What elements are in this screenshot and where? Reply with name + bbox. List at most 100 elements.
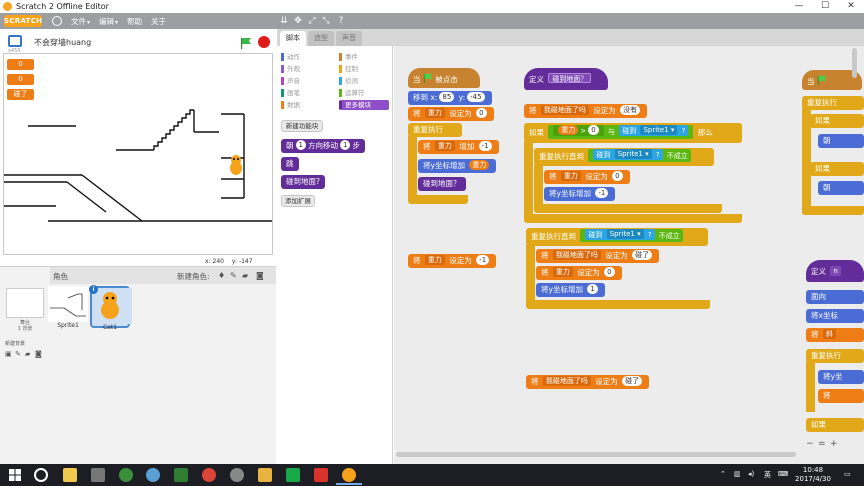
- sprite-dropdown[interactable]: Sprite1 ▾: [606, 229, 644, 239]
- not-operator[interactable]: 碰到 Sprite1 ▾ ? 不成立: [580, 229, 683, 242]
- sprite-dropdown[interactable]: Sprite1 ▾: [640, 125, 678, 135]
- network-icon[interactable]: ▥: [734, 470, 741, 478]
- category-motion[interactable]: 动作: [281, 52, 331, 62]
- folder-icon[interactable]: [258, 468, 272, 482]
- change-y-block[interactable]: 将y坐标增加 -1: [544, 187, 616, 201]
- point-direction-block[interactable]: 朝: [818, 134, 864, 148]
- menu-about[interactable]: 关于: [151, 16, 166, 27]
- touching-block[interactable]: 碰到 Sprite1 ▾ ?: [593, 149, 663, 160]
- number-input[interactable]: -45: [467, 92, 485, 102]
- file-explorer-icon[interactable]: [63, 468, 77, 482]
- not-operator[interactable]: 碰到 Sprite1 ▾ ? 不成立: [588, 149, 691, 162]
- forever-block[interactable]: 重复执行: [806, 349, 864, 363]
- sprite-card-cat1[interactable]: i Cat1: [89, 285, 132, 331]
- app-icon[interactable]: [314, 468, 328, 482]
- paint-from-library-icon[interactable]: ♦: [218, 271, 225, 280]
- zoom-in-icon[interactable]: +: [830, 439, 838, 449]
- category-sound[interactable]: 声音: [281, 76, 331, 86]
- value-input[interactable]: -1: [476, 255, 490, 265]
- app-icon[interactable]: [146, 468, 160, 482]
- scratch-logo[interactable]: SCRATCH: [4, 15, 42, 27]
- value-input[interactable]: 没有: [620, 105, 641, 115]
- variable-dropdown[interactable]: 我碰地面了吗: [542, 376, 591, 386]
- block-help-icon[interactable]: ?: [335, 14, 347, 28]
- menu-edit[interactable]: 编辑▾: [99, 16, 118, 27]
- shrink-icon[interactable]: ⤡: [320, 14, 332, 28]
- number-input[interactable]: 1: [295, 140, 306, 150]
- category-events[interactable]: 事件: [339, 52, 389, 62]
- value-input[interactable]: -1: [478, 141, 492, 151]
- chrome-icon[interactable]: [202, 468, 216, 482]
- define-block[interactable]: 定义 碰到地面？: [524, 68, 608, 90]
- set-variable-block[interactable]: 将 斜: [806, 328, 864, 342]
- value-input[interactable]: -1: [595, 188, 609, 198]
- if-then-block[interactable]: 如果: [810, 114, 864, 128]
- menu-file[interactable]: 文件▾: [71, 16, 90, 27]
- category-operators[interactable]: 运算符: [339, 88, 389, 98]
- paintbrush-icon[interactable]: ✎: [230, 271, 237, 280]
- stage-canvas[interactable]: 0 0 碰了: [3, 53, 273, 255]
- paintbrush-icon[interactable]: ✎: [15, 350, 21, 358]
- set-variable-block[interactable]: 将 我碰地面了吗 设定为 碰了: [536, 249, 660, 263]
- app-icon[interactable]: [286, 468, 300, 482]
- and-operator[interactable]: 重力 >0 与 碰到 Sprite1 ▾ ?: [548, 125, 694, 139]
- stage-thumbnail[interactable]: [6, 288, 44, 318]
- touching-block[interactable]: 碰到 Sprite1 ▾ ?: [619, 125, 689, 136]
- when-flag-clicked-block[interactable]: 当 被点击: [408, 68, 480, 88]
- green-flag-icon[interactable]: [240, 37, 252, 49]
- value-input[interactable]: 0: [588, 125, 599, 135]
- variable-dropdown[interactable]: 重力: [560, 171, 581, 181]
- repeat-until-block[interactable]: 重复执行直到 碰到 Sprite1 ▾ ? 不成立: [534, 148, 714, 166]
- upload-icon[interactable]: ▰: [242, 271, 248, 280]
- set-variable-block[interactable]: 将: [818, 389, 864, 403]
- variable-dropdown[interactable]: 重力: [552, 267, 573, 277]
- app-icon[interactable]: [230, 468, 244, 482]
- scripts-area[interactable]: 当 被点击 移到 x: 85 y: -45 将 重力 设定为 0 重复执行 将 重力…: [394, 46, 864, 464]
- camera-icon[interactable]: ◙: [35, 350, 42, 358]
- notification-icon[interactable]: ▭: [844, 470, 851, 478]
- set-variable-block[interactable]: 将 重力 设定为 0: [544, 170, 630, 184]
- variable-dropdown[interactable]: 重力: [424, 255, 445, 265]
- category-more-blocks[interactable]: 更多模块: [339, 100, 389, 110]
- point-direction-block[interactable]: 面向: [806, 290, 864, 304]
- category-sensing[interactable]: 侦测: [339, 76, 389, 86]
- minimize-button[interactable]: —: [786, 0, 812, 13]
- set-variable-block[interactable]: 将 我碰地面了吗 设定为 碰了: [526, 375, 650, 389]
- project-name[interactable]: 不会穿墙huang: [34, 37, 91, 48]
- backdrop-library-icon[interactable]: ▣: [5, 350, 12, 358]
- change-y-block[interactable]: 将y坐标增加 重力: [418, 159, 497, 173]
- variable-dropdown[interactable]: 重力: [434, 141, 455, 151]
- language-globe-icon[interactable]: [52, 16, 62, 26]
- custom-block-touch-ground[interactable]: 碰到地面？: [418, 177, 466, 191]
- if-then-block[interactable]: 如果: [806, 418, 864, 432]
- volume-icon[interactable]: ◂): [748, 470, 754, 478]
- define-name[interactable]: 碰到地面？: [548, 73, 592, 83]
- variable-dropdown[interactable]: 斜: [822, 329, 836, 339]
- variable-reporter[interactable]: 重力: [558, 125, 579, 135]
- grow-icon[interactable]: ⤢: [306, 14, 318, 28]
- touching-block[interactable]: 碰到 Sprite1 ▾ ?: [585, 229, 655, 240]
- upload-icon[interactable]: ▰: [25, 350, 30, 358]
- category-looks[interactable]: 外观: [281, 64, 331, 74]
- tab-costumes[interactable]: 造型: [308, 31, 334, 46]
- taskbar-clock[interactable]: 10:48 2017/4/30: [790, 466, 836, 484]
- if-then-block[interactable]: 如果: [810, 162, 864, 176]
- scratch-cat-icon[interactable]: [342, 468, 356, 482]
- keyboard-icon[interactable]: ⌨: [778, 470, 788, 478]
- define-block[interactable]: 定义 n: [806, 260, 864, 282]
- sprite-dropdown[interactable]: Sprite1 ▾: [614, 149, 652, 159]
- if-then-block[interactable]: 如果 重力 >0 与 碰到 Sprite1 ▾ ? 那么: [524, 123, 742, 143]
- set-variable-block[interactable]: 将 我碰地面了吗 设定为 没有: [524, 104, 648, 118]
- tab-scripts[interactable]: 脚本: [280, 31, 306, 46]
- number-input[interactable]: 85: [439, 92, 455, 102]
- value-input[interactable]: 碰了: [632, 250, 653, 260]
- define-argument[interactable]: n: [830, 266, 841, 276]
- custom-block-touch-ground[interactable]: 碰到地面?: [281, 175, 325, 189]
- variable-dropdown[interactable]: 我碰地面了吗: [552, 250, 601, 260]
- zoom-out-icon[interactable]: −: [806, 439, 814, 449]
- search-icon[interactable]: [34, 468, 48, 482]
- number-input[interactable]: 1: [339, 140, 351, 150]
- fullscreen-icon[interactable]: [8, 35, 22, 47]
- info-icon[interactable]: i: [89, 285, 98, 294]
- set-variable-block[interactable]: 将 重力 设定为 -1: [408, 254, 497, 268]
